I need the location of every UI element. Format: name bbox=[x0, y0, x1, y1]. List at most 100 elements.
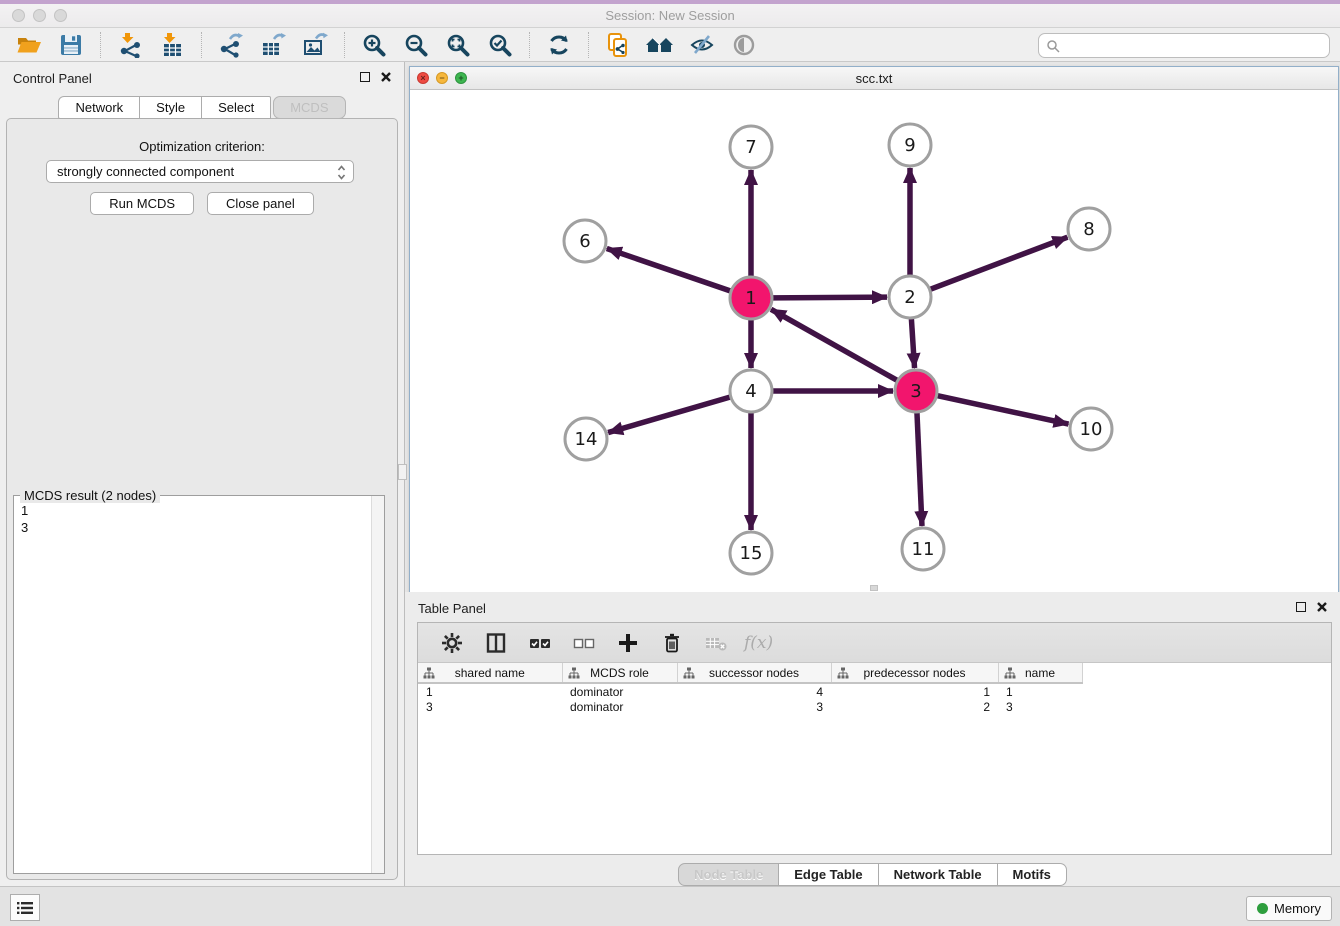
tab-network-table[interactable]: Network Table bbox=[879, 863, 998, 886]
mcds-result-box: MCDS result (2 nodes) 1 3 bbox=[13, 495, 385, 874]
edge-3-11[interactable] bbox=[917, 413, 922, 526]
refresh-layout-icon[interactable] bbox=[544, 30, 574, 60]
close-table-panel-icon[interactable] bbox=[1316, 601, 1328, 613]
export-network-icon[interactable] bbox=[216, 30, 246, 60]
tab-network[interactable]: Network bbox=[58, 96, 140, 119]
float-table-panel-icon[interactable] bbox=[1296, 602, 1306, 612]
edge-1-2[interactable] bbox=[773, 297, 887, 298]
open-folder-icon[interactable] bbox=[14, 30, 44, 60]
cell[interactable]: 1 bbox=[418, 683, 562, 699]
export-image-icon[interactable] bbox=[300, 30, 330, 60]
deselect-all-columns-icon[interactable] bbox=[569, 628, 599, 658]
node-label-10: 10 bbox=[1080, 419, 1103, 440]
app-title: Session: New Session bbox=[0, 8, 1340, 23]
edge-2-8[interactable] bbox=[931, 237, 1068, 289]
column-header-MCDS-role[interactable]: MCDS role bbox=[562, 663, 677, 683]
zoom-fit-icon[interactable] bbox=[443, 30, 473, 60]
table-toolbar: f(x) bbox=[418, 623, 1331, 663]
node-label-14: 14 bbox=[575, 429, 598, 450]
mcds-result-text: 1 3 bbox=[21, 502, 28, 536]
function-builder-icon[interactable]: f(x) bbox=[744, 633, 773, 653]
node-label-8: 8 bbox=[1083, 219, 1094, 240]
status-bar: Memory bbox=[0, 886, 1340, 926]
copy-style-icon[interactable] bbox=[603, 30, 633, 60]
close-panel-icon[interactable] bbox=[380, 71, 392, 83]
search-input[interactable] bbox=[1064, 38, 1329, 53]
control-panel-title: Control Panel bbox=[13, 71, 92, 86]
toolbar-separator bbox=[201, 32, 202, 58]
column-header-shared-name[interactable]: shared name bbox=[418, 663, 562, 683]
column-header-successor-nodes[interactable]: successor nodes bbox=[677, 663, 831, 683]
panel-divider-grip[interactable] bbox=[398, 464, 407, 480]
toolbar-separator bbox=[344, 32, 345, 58]
edge-3-10[interactable] bbox=[937, 396, 1068, 424]
table-box: f(x) shared nameMCDS rolesuccessor nodes… bbox=[417, 622, 1332, 855]
cell[interactable]: 2 bbox=[831, 699, 998, 715]
cell[interactable]: 3 bbox=[998, 699, 1082, 715]
table-body: 1dominator4113dominator323 bbox=[418, 683, 1082, 715]
tab-node-table[interactable]: Node Table bbox=[678, 863, 779, 886]
delete-column-icon[interactable] bbox=[657, 628, 687, 658]
cell[interactable]: dominator bbox=[562, 699, 677, 715]
memory-status-icon bbox=[1257, 903, 1268, 914]
cell[interactable]: 1 bbox=[831, 683, 998, 699]
stepper-icon bbox=[336, 164, 347, 184]
zoom-in-icon[interactable] bbox=[359, 30, 389, 60]
show-panel-eye-icon[interactable] bbox=[729, 30, 759, 60]
edge-1-6[interactable] bbox=[607, 248, 730, 290]
result-scrollbar[interactable] bbox=[371, 496, 384, 873]
toolbar-separator bbox=[588, 32, 589, 58]
close-panel-button[interactable]: Close panel bbox=[207, 192, 314, 215]
tab-edge-table[interactable]: Edge Table bbox=[779, 863, 878, 886]
tab-select[interactable]: Select bbox=[202, 96, 271, 119]
home-view-icon[interactable] bbox=[645, 30, 675, 60]
table-row[interactable]: 1dominator411 bbox=[418, 683, 1082, 699]
delete-table-icon[interactable] bbox=[701, 628, 731, 658]
toolbar-separator bbox=[100, 32, 101, 58]
network-graph: 7968124314101511 bbox=[410, 90, 1338, 592]
zoom-out-icon[interactable] bbox=[401, 30, 431, 60]
edge-4-14[interactable] bbox=[608, 397, 730, 432]
window-resize-grip[interactable] bbox=[870, 585, 878, 591]
show-columns-icon[interactable] bbox=[481, 628, 511, 658]
cell[interactable]: dominator bbox=[562, 683, 677, 699]
gear-icon[interactable] bbox=[437, 628, 467, 658]
zoom-selected-icon[interactable] bbox=[485, 30, 515, 60]
add-column-icon[interactable] bbox=[613, 628, 643, 658]
node-label-4: 4 bbox=[745, 381, 756, 402]
cell[interactable]: 1 bbox=[998, 683, 1082, 699]
import-table-icon[interactable] bbox=[157, 30, 187, 60]
edge-3-1[interactable] bbox=[771, 309, 897, 380]
network-canvas[interactable]: 7968124314101511 bbox=[410, 90, 1338, 592]
optimization-criterion-dropdown[interactable]: strongly connected component bbox=[46, 160, 354, 183]
cell[interactable]: 4 bbox=[677, 683, 831, 699]
table-row[interactable]: 3dominator323 bbox=[418, 699, 1082, 715]
task-history-button[interactable] bbox=[10, 894, 40, 921]
cell[interactable]: 3 bbox=[677, 699, 831, 715]
node-label-1: 1 bbox=[745, 288, 756, 309]
network-window-title: scc.txt bbox=[410, 71, 1338, 86]
search-field[interactable] bbox=[1038, 33, 1330, 58]
save-icon[interactable] bbox=[56, 30, 86, 60]
search-icon bbox=[1046, 39, 1060, 53]
tab-mcds[interactable]: MCDS bbox=[273, 96, 345, 119]
cell[interactable]: 3 bbox=[418, 699, 562, 715]
select-all-columns-icon[interactable] bbox=[525, 628, 555, 658]
column-header-predecessor-nodes[interactable]: predecessor nodes bbox=[831, 663, 998, 683]
import-network-icon[interactable] bbox=[115, 30, 145, 60]
node-label-11: 11 bbox=[912, 539, 935, 560]
mcds-tab-content: Optimization criterion: strongly connect… bbox=[6, 118, 398, 880]
export-table-icon[interactable] bbox=[258, 30, 288, 60]
optimization-criterion-label: Optimization criterion: bbox=[7, 139, 397, 154]
tab-style[interactable]: Style bbox=[140, 96, 202, 119]
float-panel-icon[interactable] bbox=[360, 72, 370, 82]
tab-motifs[interactable]: Motifs bbox=[998, 863, 1067, 886]
network-window-titlebar[interactable]: × − + scc.txt bbox=[410, 67, 1338, 90]
edge-2-3[interactable] bbox=[911, 319, 914, 368]
column-header-name[interactable]: name bbox=[998, 663, 1082, 683]
node-label-6: 6 bbox=[579, 231, 590, 252]
control-panel: Control Panel NetworkStyleSelectMCDS Opt… bbox=[0, 62, 404, 886]
run-mcds-button[interactable]: Run MCDS bbox=[90, 192, 194, 215]
hide-panel-eye-icon[interactable] bbox=[687, 30, 717, 60]
memory-button[interactable]: Memory bbox=[1246, 896, 1332, 921]
